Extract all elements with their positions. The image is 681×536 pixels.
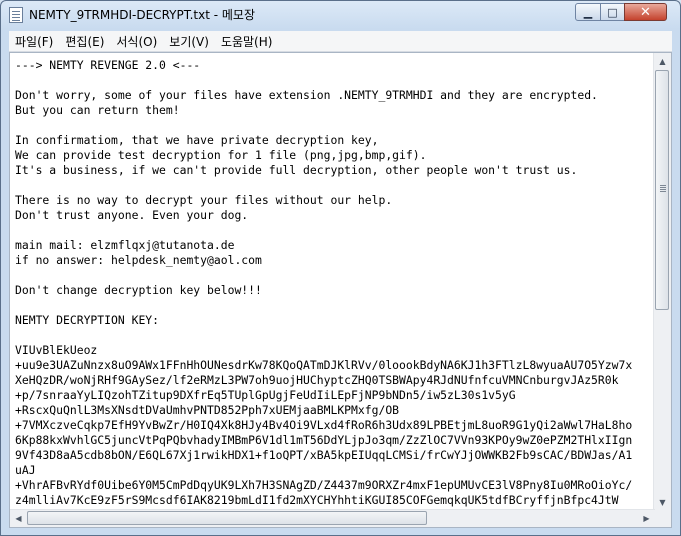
- text-line: There is no way to decrypt your files wi…: [15, 193, 393, 207]
- menu-view[interactable]: 보기(V): [163, 33, 215, 50]
- maximize-button[interactable]: □: [600, 3, 625, 21]
- scroll-left-icon[interactable]: ◀: [10, 510, 27, 527]
- menu-file[interactable]: 파일(F): [9, 33, 59, 50]
- text-line: It's a business, if we can't provide ful…: [15, 163, 578, 177]
- text-line: +VhrAFBvRYdf0Uibe6Y0M5CmPdDqyUK9LXh7H3SN…: [15, 478, 633, 492]
- menu-edit[interactable]: 편집(E): [59, 33, 110, 50]
- text-line: NEMTY DECRYPTION KEY:: [15, 313, 160, 327]
- window-title: NEMTY_9TRMHDI-DECRYPT.txt - 메모장: [29, 8, 256, 22]
- vertical-scroll-thumb[interactable]: [655, 70, 669, 310]
- horizontal-scroll-thumb[interactable]: [27, 511, 427, 525]
- text-line: +7VMXczveCqkp7EfH9YvBwZr/H0IQ4Xk8HJy4Bv4…: [15, 418, 633, 432]
- menu-help[interactable]: 도움말(H): [215, 33, 279, 50]
- text-line: z4mlliAv7KcE9zF5rS9Mcsdf6IAK8219bmLdI1fd…: [15, 493, 619, 507]
- scroll-right-icon[interactable]: ▶: [638, 510, 655, 527]
- text-line: In confirmatiom, that we have private de…: [15, 133, 379, 147]
- text-line: We can provide test decryption for 1 fil…: [15, 148, 427, 162]
- editor-area[interactable]: ---> NEMTY REVENGE 2.0 <--- Don't worry, …: [9, 52, 672, 528]
- scroll-down-icon[interactable]: ▼: [654, 494, 671, 511]
- menu-format[interactable]: 서식(O): [110, 33, 163, 50]
- minimize-icon: ▁: [583, 5, 593, 19]
- grip-icon: [660, 185, 666, 186]
- title-bar[interactable]: NEMTY_9TRMHDI-DECRYPT.txt - 메모장 ▁ □ ✕: [1, 1, 680, 29]
- text-line: XeHQzDR/woNjRHf9GAySez/lf2eRMzL3PW7oh9uo…: [15, 373, 619, 387]
- maximize-icon: □: [607, 5, 618, 19]
- text-line: ---> NEMTY REVENGE 2.0 <---: [15, 58, 201, 72]
- notepad-icon: [9, 7, 23, 23]
- minimize-button[interactable]: ▁: [575, 3, 601, 21]
- text-line: Don't worry, some of your files have ext…: [15, 88, 598, 102]
- close-button[interactable]: ✕: [624, 3, 667, 21]
- text-line: But you can return them!: [15, 103, 180, 117]
- text-content[interactable]: ---> NEMTY REVENGE 2.0 <--- Don't worry, …: [10, 53, 655, 511]
- text-line: +RscxQuQnlL3MsXNsdtDVaUmhvPNTD852Pph7xUE…: [15, 403, 400, 417]
- scroll-up-icon[interactable]: ▲: [654, 53, 671, 70]
- text-line: if no answer: helpdesk_nemty@aol.com: [15, 253, 262, 267]
- vertical-scrollbar[interactable]: ▲ ▼: [653, 53, 671, 511]
- text-line: Don't change decryption key below!!!: [15, 283, 262, 297]
- scrollbar-corner: [654, 510, 671, 527]
- text-line: +p/7snraaYyLIQzohTZitup9DXfrEq5TUplGpUgj…: [15, 388, 516, 402]
- text-line: main mail: elzmflqxj@tutanota.de: [15, 238, 235, 252]
- text-line: +uu9e3UAZuNnzx8uO9AWx1FFnHhOUNesdrKw78KQ…: [15, 358, 633, 372]
- text-line: 6Kp88kxWvhlGC5juncVtPqPQbvhadyIMBmP6V1dl…: [15, 433, 633, 447]
- close-icon: ✕: [640, 4, 651, 20]
- text-line: uAJ: [15, 463, 36, 477]
- menu-bar: 파일(F) 편집(E) 서식(O) 보기(V) 도움말(H): [9, 31, 672, 52]
- text-line: 9Vf43D8aA5cdb8bON/E6QL67Xj1rwikHDX1+f1oQ…: [15, 448, 633, 462]
- text-line: VIUvBlEkUeoz: [15, 343, 98, 357]
- notepad-window: NEMTY_9TRMHDI-DECRYPT.txt - 메모장 ▁ □ ✕ 파일…: [0, 0, 681, 536]
- horizontal-scrollbar[interactable]: ◀ ▶: [10, 509, 655, 527]
- text-line: Don't trust anyone. Even your dog.: [15, 208, 249, 222]
